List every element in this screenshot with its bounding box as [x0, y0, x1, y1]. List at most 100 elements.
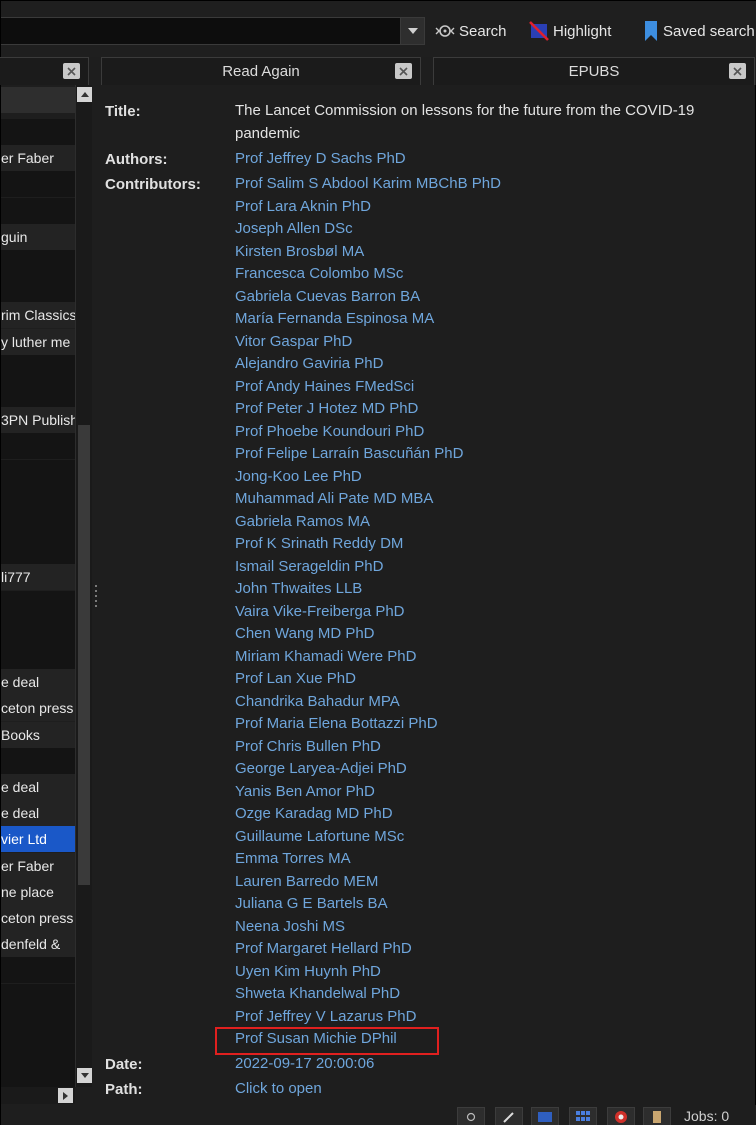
contributor-link[interactable]: Joseph Allen DSc	[235, 218, 501, 241]
contributor-link[interactable]: Guillaume Lafortune MSc	[235, 826, 501, 849]
book-list-row[interactable]: li777	[1, 564, 75, 591]
book-icon[interactable]	[643, 1107, 671, 1125]
book-list-row[interactable]: er Faber	[1, 145, 75, 172]
search-combo-box[interactable]	[1, 17, 425, 45]
book-list-row[interactable]	[1, 1009, 75, 1036]
grid-view-icon[interactable]	[569, 1107, 597, 1125]
highlight-button[interactable]: Highlight	[529, 19, 611, 43]
book-list-row[interactable]	[1, 354, 75, 381]
vertical-scrollbar[interactable]	[75, 85, 92, 1087]
tab-left[interactable]	[0, 57, 89, 85]
book-list-row[interactable]	[1, 485, 75, 512]
book-list-row[interactable]: ceton press	[1, 695, 75, 722]
scroll-right-button[interactable]	[58, 1088, 73, 1103]
book-list-row[interactable]: guin	[1, 223, 75, 250]
book-list-row[interactable]: 3PN Publish	[1, 407, 75, 434]
book-list-row[interactable]: e deal	[1, 669, 75, 696]
book-list-row[interactable]: vier Ltd	[1, 826, 75, 853]
book-list-row[interactable]	[1, 276, 75, 303]
contributor-link[interactable]: Prof Felipe Larraín Bascuñán PhD	[235, 443, 501, 466]
contributor-link[interactable]: Ismail Serageldin PhD	[235, 556, 501, 579]
book-list-row[interactable]	[1, 197, 75, 224]
search-button[interactable]: Search	[435, 19, 507, 43]
contributor-link[interactable]: Prof Jeffrey V Lazarus PhD	[235, 1006, 501, 1029]
contributor-link[interactable]: Prof K Srinath Reddy DM	[235, 533, 501, 556]
contributor-link[interactable]: Vitor Gaspar PhD	[235, 331, 501, 354]
tab-close-button[interactable]	[395, 63, 412, 79]
contributor-link[interactable]: Chen Wang MD PhD	[235, 623, 501, 646]
contributor-link[interactable]: Yanis Ben Amor PhD	[235, 781, 501, 804]
book-list-row[interactable]	[1, 119, 75, 145]
book-list-row[interactable]	[1, 538, 75, 565]
contributor-link[interactable]: Emma Torres MA	[235, 848, 501, 871]
contributor-link[interactable]: Prof Salim S Abdool Karim MBChB PhD	[235, 173, 501, 196]
contributor-link[interactable]: María Fernanda Espinosa MA	[235, 308, 501, 331]
book-list-row[interactable]	[1, 512, 75, 538]
book-list-row[interactable]: er Faber	[1, 852, 75, 879]
book-list-row[interactable]: ne place	[1, 878, 75, 905]
book-list-row[interactable]	[1, 381, 75, 407]
book-list-row[interactable]	[1, 433, 75, 460]
book-list-row[interactable]: ceton press	[1, 905, 75, 931]
contributor-link[interactable]: Miriam Khamadi Were PhD	[235, 646, 501, 669]
scroll-up-button[interactable]	[77, 87, 92, 102]
horizontal-scrollbar[interactable]	[1, 1087, 75, 1104]
tab-read-again[interactable]: Read Again	[101, 57, 421, 85]
contributor-link[interactable]: Prof Lara Aknin PhD	[235, 196, 501, 219]
book-list-row[interactable]	[1, 459, 75, 486]
contributor-link[interactable]: John Thwaites LLB	[235, 578, 501, 601]
contributor-link[interactable]: Francesca Colombo MSc	[235, 263, 501, 286]
contributor-link[interactable]: Prof Phoebe Koundouri PhD	[235, 421, 501, 444]
layout-icon[interactable]	[531, 1107, 559, 1125]
contributor-link[interactable]: Juliana G E Bartels BA	[235, 893, 501, 916]
book-list-row[interactable]	[1, 250, 75, 276]
contributor-link[interactable]: Ozge Karadag MD PhD	[235, 803, 501, 826]
contributor-link[interactable]: Chandrika Bahadur MPA	[235, 691, 501, 714]
contributor-link[interactable]: Prof Peter J Hotez MD PhD	[235, 398, 501, 421]
book-list-row[interactable]: e deal	[1, 774, 75, 800]
date-value[interactable]: 2022-09-17 20:00:06	[235, 1053, 751, 1076]
column-header[interactable]	[1, 87, 75, 113]
contributor-link[interactable]: Vaira Vike-Freiberga PhD	[235, 601, 501, 624]
book-list-row[interactable]: Books	[1, 721, 75, 748]
contributor-link[interactable]: Gabriela Ramos MA	[235, 511, 501, 534]
book-list-row[interactable]	[1, 747, 75, 774]
contributor-link[interactable]: Prof Andy Haines FMedSci	[235, 376, 501, 399]
tab-epubs[interactable]: EPUBS	[433, 57, 755, 85]
tab-close-button[interactable]	[63, 63, 80, 79]
contributor-link[interactable]: Kirsten Brosbøl MA	[235, 241, 501, 264]
search-status-icon[interactable]	[457, 1107, 485, 1125]
edit-icon[interactable]	[495, 1107, 523, 1125]
contributor-link[interactable]: Prof Margaret Hellard PhD	[235, 938, 501, 961]
contributor-link[interactable]: Prof Chris Bullen PhD	[235, 736, 501, 759]
contributor-link[interactable]: Gabriela Cuevas Barron BA	[235, 286, 501, 309]
book-list-row[interactable]	[1, 957, 75, 984]
book-list-row[interactable]: y luther me	[1, 328, 75, 355]
tab-close-button[interactable]	[729, 63, 746, 79]
contributor-link[interactable]: Prof Lan Xue PhD	[235, 668, 501, 691]
author-link[interactable]: Prof Jeffrey D Sachs PhD	[235, 148, 751, 171]
contributor-link[interactable]: Uyen Kim Huynh PhD	[235, 961, 501, 984]
contributor-link[interactable]: Muhammad Ali Pate MD MBA	[235, 488, 501, 511]
scrollbar-thumb[interactable]	[78, 425, 90, 885]
book-list-row[interactable]: denfeld &	[1, 931, 75, 958]
book-list-row[interactable]	[1, 616, 75, 643]
scroll-down-button[interactable]	[77, 1068, 92, 1083]
contributor-link[interactable]: George Laryea-Adjei PhD	[235, 758, 501, 781]
contributor-link[interactable]: Neena Joshi MS	[235, 916, 501, 939]
book-list-row[interactable]	[1, 983, 75, 1010]
contributor-link[interactable]: Shweta Khandelwal PhD	[235, 983, 501, 1006]
book-list-row[interactable]	[1, 643, 75, 669]
book-list-row[interactable]	[1, 171, 75, 198]
jobs-counter[interactable]: Jobs: 0	[684, 1108, 729, 1124]
contributor-link[interactable]: Prof Maria Elena Bottazzi PhD	[235, 713, 501, 736]
eye-icon[interactable]	[607, 1107, 635, 1125]
saved-search-button[interactable]: Saved search	[643, 19, 755, 43]
contributor-link[interactable]: Lauren Barredo MEM	[235, 871, 501, 894]
book-list-row[interactable]	[1, 1062, 75, 1089]
path-link[interactable]: Click to open	[235, 1078, 751, 1101]
book-list-row[interactable]	[1, 590, 75, 617]
contributor-link[interactable]: Alejandro Gaviria PhD	[235, 353, 501, 376]
contributor-link[interactable]: Jong-Koo Lee PhD	[235, 466, 501, 489]
book-list-row[interactable]	[1, 1036, 75, 1062]
